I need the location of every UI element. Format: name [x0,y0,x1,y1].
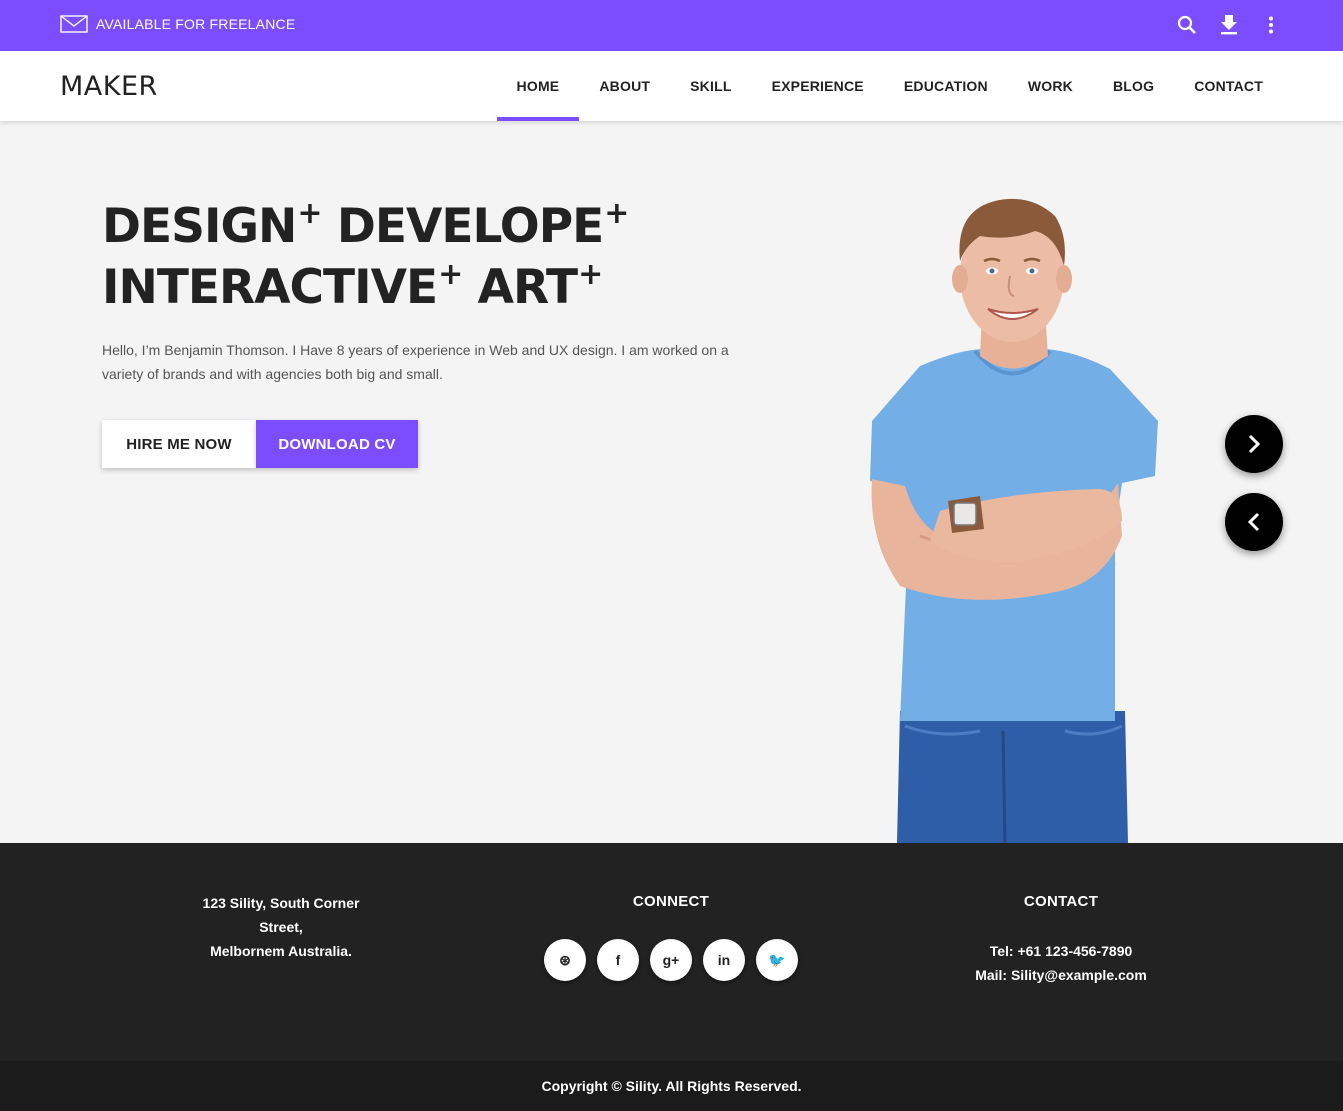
facebook-icon[interactable]: f [597,939,639,981]
nav-item-about[interactable]: ABOUT [579,51,670,121]
copyright-bar: Copyright © Sility. All Rights Reserved. [0,1061,1343,1111]
site-header: MAKER HOME ABOUT SKILL EXPERIENCE EDUCAT… [0,51,1343,121]
slider-prev-button[interactable] [1225,493,1283,551]
address-line: Melbornem Australia. [210,943,352,959]
profile-photo [870,198,1158,843]
download-icon[interactable] [1216,12,1242,38]
connect-heading: CONNECT [632,893,710,910]
nav-item-home[interactable]: HOME [496,51,580,121]
hero-section: DESIGN+ DEVELOPE+ INTERACTIVE+ ART+ Hell… [0,121,1343,843]
hero-headline: DESIGN+ DEVELOPE+ INTERACTIVE+ ART+ [102,196,629,318]
site-footer: 123 Sility, South Corner Street, Melborn… [0,843,1343,1061]
headline-word: DESIGN [102,199,297,254]
nav-item-education[interactable]: EDUCATION [884,51,1008,121]
slider-next-button[interactable] [1225,415,1283,473]
hire-me-button[interactable]: HIRE ME NOW [102,420,256,468]
plus-mark: + [297,196,322,231]
hero-intro: Hello, I’m Benjamin Thomson. I Have 8 ye… [102,342,729,382]
search-icon[interactable] [1174,12,1200,38]
contact-tel[interactable]: Tel: +61 123-456-7890 [941,939,1181,963]
linkedin-icon[interactable]: in [703,939,745,981]
top-bar: AVAILABLE FOR FREELANCE [0,0,1343,51]
twitter-icon[interactable]: 🐦 [756,939,798,981]
plus-mark: + [578,257,603,292]
more-vertical-icon[interactable] [1258,12,1284,38]
headline-word: ART [477,260,579,315]
plus-mark: + [604,196,629,231]
nav-item-contact[interactable]: CONTACT [1174,51,1283,121]
main-nav: HOME ABOUT SKILL EXPERIENCE EDUCATION WO… [496,51,1283,121]
headline-word: DEVELOPE [336,199,604,254]
mail-icon [60,15,88,33]
address-line: 123 Sility, South Corner Street, [202,895,360,935]
google-plus-icon[interactable]: g+ [650,939,692,981]
chevron-right-icon [1248,434,1261,454]
headline-word: INTERACTIVE [102,260,438,315]
nav-item-skill[interactable]: SKILL [670,51,751,121]
nav-item-work[interactable]: WORK [1008,51,1093,121]
social-links: ⊛ f g+ in 🐦 [544,939,809,981]
freelance-status: AVAILABLE FOR FREELANCE [60,15,295,33]
site-logo[interactable]: MAKER [60,71,158,102]
freelance-text: AVAILABLE FOR FREELANCE [96,16,296,32]
copyright-text: Copyright © Sility. All Rights Reserved. [541,1078,802,1094]
contact-mail[interactable]: Mail: Sility@example.com [941,963,1181,987]
contact-info: Tel: +61 123-456-7890 Mail: Sility@examp… [941,939,1181,987]
dribbble-icon[interactable]: ⊛ [544,939,586,981]
nav-item-experience[interactable]: EXPERIENCE [752,51,884,121]
plus-mark: + [438,257,463,292]
nav-item-blog[interactable]: BLOG [1093,51,1174,121]
footer-address: 123 Sility, South Corner Street, Melborn… [180,891,382,963]
download-cv-button[interactable]: DOWNLOAD CV [256,420,418,468]
contact-heading: CONTACT [1023,893,1099,910]
chevron-left-icon [1247,512,1260,532]
